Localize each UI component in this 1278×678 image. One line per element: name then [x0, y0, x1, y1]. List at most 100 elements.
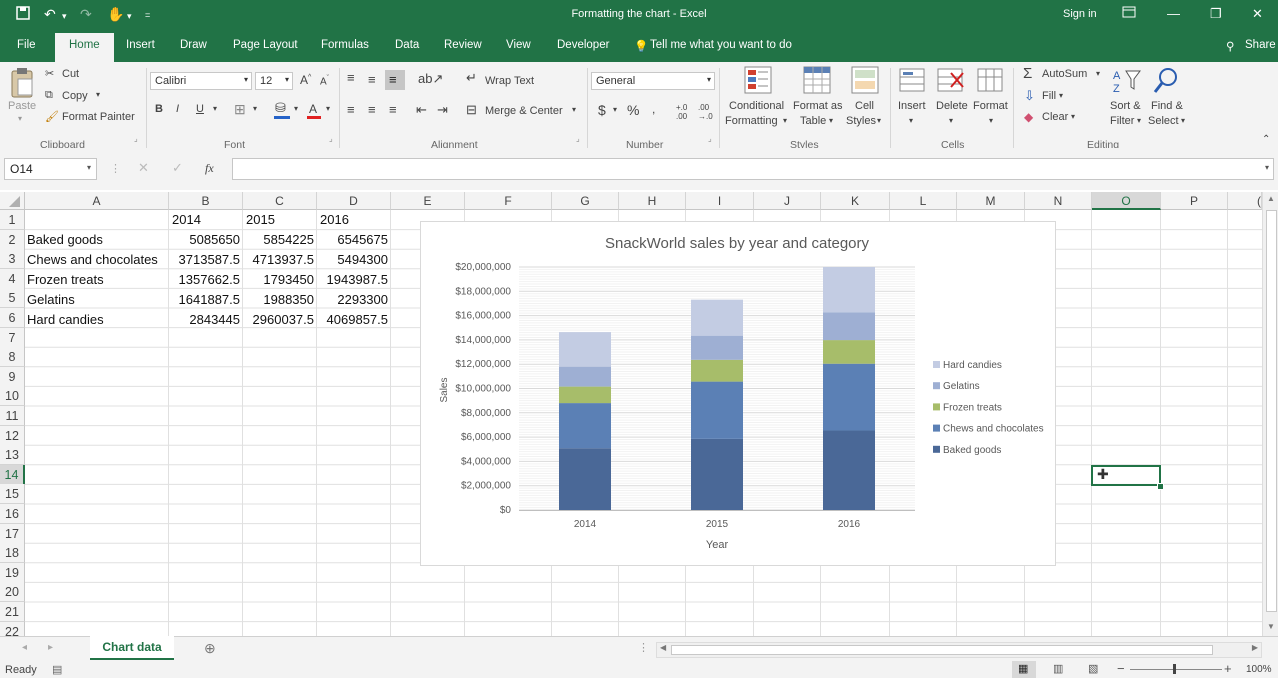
- currency-icon[interactable]: $: [598, 102, 606, 118]
- autosum-button[interactable]: AutoSum: [1042, 68, 1087, 80]
- cancel-entry-icon[interactable]: ✕: [138, 160, 149, 176]
- chart-legend-label[interactable]: Frozen treats: [943, 402, 1002, 413]
- number-launcher-icon[interactable]: ⌟: [708, 134, 712, 143]
- tab-home[interactable]: Home: [55, 33, 114, 62]
- cell-a4[interactable]: Frozen treats: [27, 270, 169, 290]
- cell-c2[interactable]: 5854225: [243, 230, 317, 250]
- add-sheet-icon[interactable]: ⊕: [204, 640, 216, 657]
- cell-d6[interactable]: 4069857.5: [317, 310, 391, 330]
- shrink-font-icon[interactable]: Aˇ: [320, 75, 329, 87]
- formula-input[interactable]: ▾: [232, 158, 1274, 180]
- merge-center-button[interactable]: Merge & Center: [485, 105, 563, 117]
- conditional-dropdown-icon[interactable]: ▾: [783, 116, 787, 125]
- row-header-6[interactable]: 6: [0, 308, 25, 328]
- chart-legend-label[interactable]: Chews and chocolates: [943, 424, 1044, 435]
- fill-dropdown-icon[interactable]: ▾: [1059, 91, 1063, 100]
- borders-icon[interactable]: ⊞: [234, 101, 246, 118]
- format-as-table-button[interactable]: Format as: [793, 100, 843, 112]
- tab-page-layout[interactable]: Page Layout: [233, 39, 298, 51]
- font-color-dropdown-icon[interactable]: ▾: [326, 104, 330, 113]
- chart-bar-segment[interactable]: [559, 448, 611, 510]
- cell-styles-label[interactable]: Styles: [846, 115, 876, 127]
- tab-draw[interactable]: Draw: [180, 39, 207, 51]
- row-header-16[interactable]: 16: [0, 504, 25, 524]
- zoom-slider[interactable]: [1130, 669, 1222, 670]
- italic-icon[interactable]: I: [176, 103, 179, 115]
- format-painter-icon[interactable]: 🖌: [45, 110, 59, 123]
- chart-bar-segment[interactable]: [823, 363, 875, 431]
- format-as-table-dropdown-icon[interactable]: ▾: [829, 116, 833, 125]
- row-header-3[interactable]: 3: [0, 249, 25, 270]
- paste-label[interactable]: Paste: [8, 100, 36, 112]
- horizontal-scrollbar[interactable]: ◀ ▶: [656, 642, 1262, 658]
- tab-data[interactable]: Data: [395, 39, 419, 51]
- insert-function-icon[interactable]: fx: [205, 161, 214, 176]
- top-align-icon[interactable]: ≡: [347, 70, 355, 85]
- conditional-formatting-button[interactable]: Conditional: [729, 100, 784, 112]
- row-header-13[interactable]: 13: [0, 445, 25, 466]
- row-header-21[interactable]: 21: [0, 602, 25, 622]
- cell-b5[interactable]: 1641887.5: [169, 290, 243, 310]
- tell-me-box[interactable]: Tell me what you want to do: [650, 39, 792, 51]
- delete-cells-icon[interactable]: [937, 67, 965, 98]
- orientation-icon[interactable]: ab↗: [418, 71, 443, 87]
- chart-bar-segment[interactable]: [559, 403, 611, 449]
- fill-handle[interactable]: [1157, 483, 1164, 490]
- sort-filter-dropdown-icon[interactable]: ▾: [1137, 116, 1141, 125]
- row-header-17[interactable]: 17: [0, 523, 25, 544]
- tab-developer[interactable]: Developer: [557, 39, 609, 51]
- row-header-4[interactable]: 4: [0, 268, 25, 289]
- fill-button[interactable]: Fill: [1042, 90, 1056, 102]
- cut-icon[interactable]: ✂: [45, 67, 54, 80]
- restore-icon[interactable]: ❐: [1210, 6, 1222, 22]
- delete-dropdown-icon[interactable]: ▾: [949, 116, 953, 125]
- format-as-table-label[interactable]: Table: [800, 115, 826, 127]
- next-sheet-icon[interactable]: ▸: [48, 642, 53, 653]
- chart-bar-segment[interactable]: [691, 299, 743, 336]
- prev-sheet-icon[interactable]: ◂: [22, 642, 27, 653]
- align-left-icon[interactable]: ≡: [347, 102, 355, 117]
- row-header-7[interactable]: 7: [0, 327, 25, 348]
- row-header-8[interactable]: 8: [0, 347, 25, 368]
- find-select-label[interactable]: Select: [1148, 115, 1179, 127]
- format-painter-button[interactable]: Format Painter: [62, 111, 135, 123]
- sort-filter-button[interactable]: Sort &: [1110, 100, 1141, 112]
- paste-dropdown-icon[interactable]: ▾: [18, 114, 22, 123]
- page-break-view-icon[interactable]: ▧: [1088, 662, 1098, 675]
- insert-dropdown-icon[interactable]: ▾: [909, 116, 913, 125]
- underline-dropdown-icon[interactable]: ▾: [213, 104, 217, 113]
- increase-decimal-icon[interactable]: +.0.00: [676, 103, 687, 121]
- conditional-formatting-label[interactable]: Formatting: [725, 115, 778, 127]
- wrap-text-button[interactable]: Wrap Text: [485, 75, 534, 87]
- sheet-tab-chart-data[interactable]: Chart data: [90, 636, 174, 660]
- format-dropdown-icon[interactable]: ▾: [989, 116, 993, 125]
- number-format-select[interactable]: General ▾: [591, 72, 715, 90]
- zoom-slider-thumb[interactable]: [1173, 664, 1176, 674]
- cell-b2[interactable]: 5085650: [169, 230, 243, 250]
- tab-insert[interactable]: Insert: [126, 39, 155, 51]
- autosum-icon[interactable]: Σ: [1023, 65, 1032, 82]
- cell-d2[interactable]: 6545675: [317, 230, 391, 250]
- row-header-11[interactable]: 11: [0, 406, 25, 426]
- cell-styles-button[interactable]: Cell: [855, 100, 874, 112]
- chart-bar-segment[interactable]: [559, 386, 611, 404]
- clear-icon[interactable]: ◆: [1024, 110, 1033, 124]
- decrease-indent-icon[interactable]: ⇤: [416, 102, 427, 118]
- chart-bar-segment[interactable]: [823, 430, 875, 510]
- format-cells-icon[interactable]: [977, 67, 1005, 98]
- tab-splitter-icon[interactable]: ⋮: [638, 641, 649, 654]
- chart-bar-segment[interactable]: [823, 312, 875, 341]
- row-header-15[interactable]: 15: [0, 484, 25, 505]
- tab-formulas[interactable]: Formulas: [321, 39, 369, 51]
- confirm-entry-icon[interactable]: ✓: [172, 160, 183, 176]
- cell-b4[interactable]: 1357662.5: [169, 270, 243, 290]
- share-icon[interactable]: ⚲: [1226, 39, 1234, 53]
- share-button[interactable]: Share: [1245, 39, 1276, 51]
- formula-bar-splitter-icon[interactable]: ⋮: [110, 162, 121, 175]
- cell-b3[interactable]: 3713587.5: [169, 250, 243, 270]
- insert-cells-icon[interactable]: [899, 67, 925, 98]
- row-header-2[interactable]: 2: [0, 229, 25, 250]
- copy-dropdown-icon[interactable]: ▾: [96, 90, 100, 99]
- zoom-in-icon[interactable]: +: [1224, 661, 1232, 676]
- currency-dropdown-icon[interactable]: ▾: [613, 105, 617, 114]
